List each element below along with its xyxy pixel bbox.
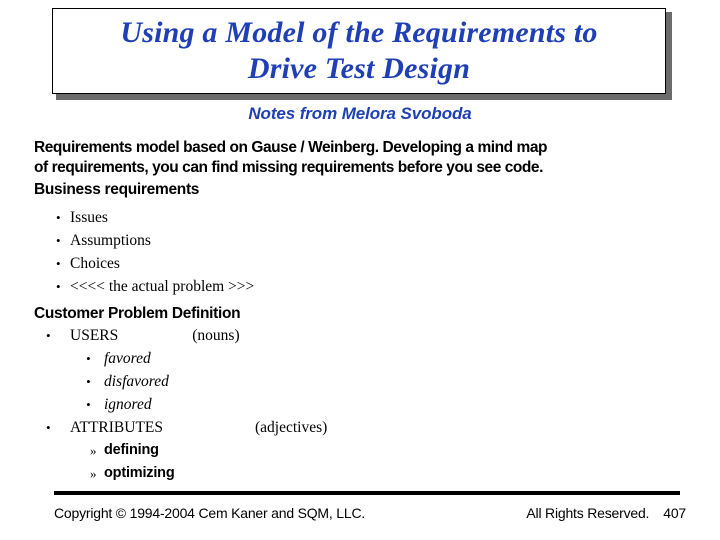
list-item: Assumptions [34, 229, 686, 252]
slide-title-line-2: Drive Test Design [247, 52, 471, 85]
list-item: defining [34, 439, 686, 462]
intro-paragraph-line-2: of requirements, you can find missing re… [34, 158, 543, 176]
slide-subtitle: Notes from Melora Svoboda [248, 104, 472, 123]
users-note: (nouns) [192, 327, 240, 344]
footer: Copyright © 1994-2004 Cem Kaner and SQM,… [54, 505, 686, 521]
list-item: favored [34, 347, 686, 370]
list-item: optimizing [34, 462, 686, 485]
list-item-users: USERS (nouns) [34, 324, 686, 347]
attributes-group: ATTRIBUTES (adjectives) defining optimizi… [34, 416, 686, 485]
slide-body: Requirements model based on Gause / Wein… [34, 138, 686, 485]
footer-divider [54, 491, 680, 495]
users-label: USERS [70, 327, 119, 344]
title-box: Using a Model of the Requirements to Dri… [52, 8, 666, 94]
footer-copyright: Copyright © 1994-2004 Cem Kaner and SQM,… [54, 505, 366, 521]
attributes-label: ATTRIBUTES [70, 419, 163, 436]
heading-customer-problem-definition: Customer Problem Definition [34, 305, 241, 322]
slide-title: Using a Model of the Requirements to Dri… [53, 15, 665, 87]
footer-page-number: 407 [663, 505, 686, 521]
list-item: ignored [34, 393, 686, 416]
slide-title-line-1: Using a Model of the Requirements to [120, 16, 598, 49]
slide-canvas: Using a Model of the Requirements to Dri… [0, 0, 720, 540]
attributes-note: (adjectives) [255, 419, 328, 436]
list-item: Issues [34, 206, 686, 229]
footer-rights-reserved: All Rights Reserved. [526, 505, 650, 521]
users-group: USERS (nouns) favored disfavored ignored [34, 324, 686, 416]
heading-business-requirements: Business requirements [34, 181, 200, 198]
list-item-attributes: ATTRIBUTES (adjectives) [34, 416, 686, 439]
intro-paragraph-line-1: Requirements model based on Gause / Wein… [34, 139, 548, 156]
business-requirements-list: Issues Assumptions Choices <<<< the actu… [34, 206, 686, 298]
list-item: disfavored [34, 370, 686, 393]
list-item: Choices [34, 252, 686, 275]
list-item: <<<< the actual problem >>> [34, 275, 686, 298]
